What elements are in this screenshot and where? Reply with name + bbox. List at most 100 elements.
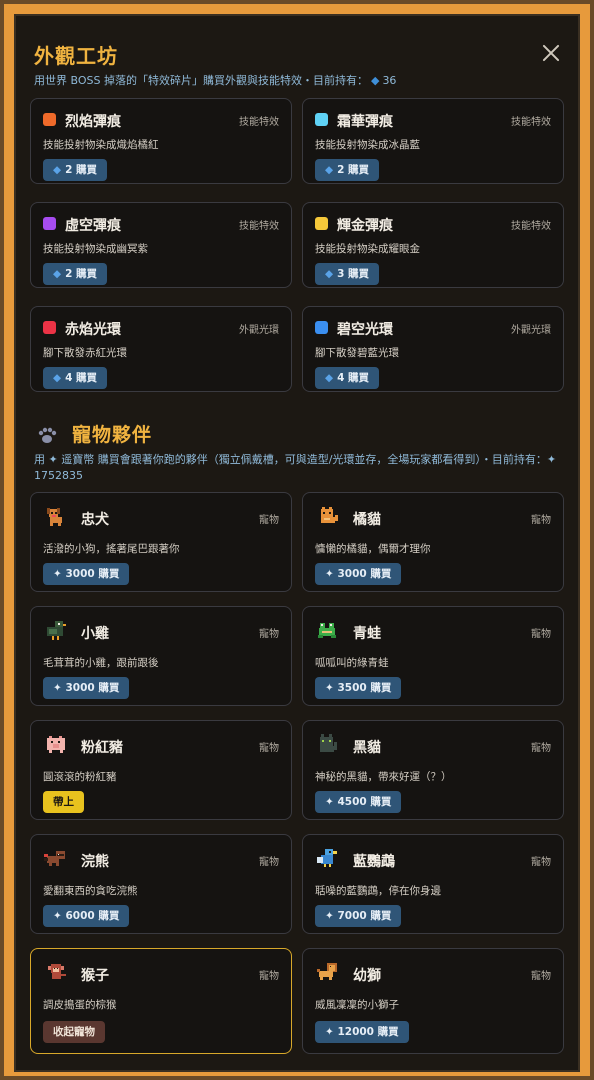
pet-desc: 神秘的黑貓，帶來好運（？）: [315, 771, 452, 783]
gem-icon: ◆: [53, 268, 62, 280]
effect-card: 赤焰光環 外觀光環 腳下散發赤紅光環 ◆ 4 購買: [30, 306, 292, 392]
effect-name: 赤焰光環: [65, 322, 121, 338]
pet-desc: 愛翻東西的貪吃浣熊: [43, 885, 138, 897]
frog-icon: [318, 623, 336, 638]
panel-title: 外觀工坊: [34, 44, 118, 68]
pet-name: 浣熊: [81, 854, 109, 870]
effect-card: 輝金彈痕 技能特效 技能投射物染成耀眼金 ◆ 3 購買: [302, 202, 564, 288]
effect-desc: 技能投射物染成冰晶藍: [315, 139, 420, 151]
pet-card: 浣熊 寵物 愛翻東西的貪吃浣熊 ✦ 6000 購買: [30, 834, 292, 934]
pet-tag: 寵物: [259, 857, 279, 868]
effect-desc: 腳下散發赤紅光環: [43, 347, 127, 359]
color-swatch: [315, 217, 328, 230]
color-swatch: [43, 113, 56, 126]
pet-card: 藍鸚鵡 寵物 聒噪的藍鸚鵡，停在你身邊 ✦ 7000 購買: [302, 834, 564, 934]
shard-subtitle: 用世界 BOSS 掉落的「特效碎片」購買外觀與技能特效・目前持有： ◆ 36: [34, 72, 396, 88]
effect-card: 烈焰彈痕 技能特效 技能投射物染成熾焰橘紅 ◆ 2 購買: [30, 98, 292, 184]
effect-desc: 技能投射物染成幽冥紫: [43, 243, 148, 255]
pet-name: 黑貓: [353, 740, 381, 756]
pets-section-desc: 用 ✦ 遥寶幣 購買會跟著你跑的夥伴（獨立佩戴槽，可與造型/光環並存，全場玩家都…: [34, 453, 557, 482]
effect-desc: 技能投射物染成耀眼金: [315, 243, 420, 255]
pet-name: 青蛙: [353, 626, 381, 642]
pet-name: 小雞: [81, 626, 109, 642]
pets-title-text: 寵物夥伴: [72, 424, 153, 446]
raccoon-icon: [44, 851, 65, 866]
effect-tag: 外觀光環: [511, 325, 551, 336]
subtitle-text: 用世界 BOSS 掉落的「特效碎片」購買外觀與技能特效・目前持有：: [34, 74, 368, 87]
pet-desc: 活潑的小狗，搖著尾巴跟著你: [43, 543, 180, 555]
color-swatch: [43, 321, 56, 334]
pet-name: 藍鸚鵡: [353, 854, 395, 870]
pet-desc: 呱呱叫的綠青蛙: [315, 657, 389, 669]
buy-label: 2 購買: [337, 164, 370, 176]
pet-tag: 寵物: [531, 971, 551, 982]
dog-icon: [47, 508, 62, 526]
buy-button[interactable]: ✦ 3000 購買: [315, 563, 402, 585]
buy-button[interactable]: ◆ 4 購買: [43, 367, 108, 389]
color-swatch: [315, 321, 328, 334]
pet-tag: 寵物: [531, 857, 551, 868]
workshop-panel: 外觀工坊 用世界 BOSS 掉落的「特效碎片」購買外觀與技能特效・目前持有： ◆ 3…: [14, 14, 580, 1072]
pet-name: 猴子: [81, 968, 109, 984]
pet-card: 幼獅 寵物 威風凜凜的小獅子 ✦ 12000 購買: [302, 948, 564, 1054]
effect-desc: 腳下散發碧藍光環: [315, 347, 399, 359]
pet-card: 橘貓 寵物 慵懶的橘貓，偶爾才理你 ✦ 3000 購買: [302, 492, 564, 592]
buy-button[interactable]: ◆ 2 購買: [43, 263, 108, 285]
pet-desc: 威風凜凜的小獅子: [315, 999, 399, 1011]
stow-pet-button[interactable]: 收起寵物: [43, 1021, 105, 1043]
buy-button[interactable]: ✦ 6000 購買: [43, 905, 130, 927]
pet-tag: 寵物: [531, 629, 551, 640]
color-swatch: [315, 113, 328, 126]
gem-icon: ◆: [53, 164, 62, 176]
pet-desc: 毛茸茸的小雞，跟前跟後: [43, 657, 159, 669]
pet-card: 忠犬 寵物 活潑的小狗，搖著尾巴跟著你 ✦ 3000 購買: [30, 492, 292, 592]
equip-button[interactable]: 帶上: [43, 791, 84, 813]
effect-name: 輝金彈痕: [337, 218, 393, 234]
effect-tag: 技能特效: [239, 117, 279, 128]
buy-label: 3 購買: [337, 268, 370, 280]
buy-button[interactable]: ✦ 4500 購買: [315, 791, 402, 813]
pet-name: 幼獅: [353, 968, 381, 984]
pet-name: 忠犬: [81, 512, 109, 528]
color-swatch: [43, 217, 56, 230]
buy-button[interactable]: ✦ 3000 購買: [43, 677, 130, 699]
pet-desc: 慵懶的橘貓，偶爾才理你: [315, 543, 431, 555]
pet-card: 小雞 寵物 毛茸茸的小雞，跟前跟後 ✦ 3000 購買: [30, 606, 292, 706]
buy-button[interactable]: ✦ 3500 購買: [315, 677, 402, 699]
black-cat-icon: [320, 734, 337, 752]
pet-tag: 寵物: [259, 515, 279, 526]
effect-name: 烈焰彈痕: [65, 114, 121, 130]
pet-tag: 寵物: [259, 743, 279, 754]
buy-button[interactable]: ◆ 2 購買: [43, 159, 108, 181]
buy-label: 4 購買: [337, 372, 370, 384]
lion-cub-icon: [317, 963, 337, 980]
buy-button[interactable]: ✦ 7000 購買: [315, 905, 402, 927]
buy-button[interactable]: ◆ 4 購買: [315, 367, 380, 389]
effect-card: 霜華彈痕 技能特效 技能投射物染成冰晶藍 ◆ 2 購買: [302, 98, 564, 184]
buy-button[interactable]: ◆ 3 購買: [315, 263, 380, 285]
buy-button[interactable]: ✦ 3000 購買: [43, 563, 130, 585]
window-frame: 外觀工坊 用世界 BOSS 掉落的「特效碎片」購買外觀與技能特效・目前持有： ◆ 3…: [4, 4, 590, 1076]
gem-icon: ◆: [325, 268, 334, 280]
orange-cat-icon: [321, 507, 338, 523]
effect-tag: 外觀光環: [239, 325, 279, 336]
pet-card: 粉紅豬 寵物 圓滾滾的粉紅豬 帶上: [30, 720, 292, 820]
pet-name: 橘貓: [353, 512, 381, 528]
effect-tag: 技能特效: [239, 221, 279, 232]
pet-desc: 聒噪的藍鸚鵡，停在你身邊: [315, 885, 441, 897]
pet-tag: 寵物: [531, 515, 551, 526]
pet-name: 粉紅豬: [81, 740, 123, 756]
buy-label: 4 購買: [65, 372, 98, 384]
buy-button[interactable]: ◆ 2 購買: [315, 159, 380, 181]
effect-card: 碧空光環 外觀光環 腳下散發碧藍光環 ◆ 4 購買: [302, 306, 564, 392]
effect-tag: 技能特效: [511, 221, 551, 232]
close-icon[interactable]: [540, 42, 562, 64]
pet-card: 黑貓 寵物 神秘的黑貓，帶來好運（？） ✦ 4500 購買: [302, 720, 564, 820]
pet-desc: 調皮搗蛋的棕猴: [43, 999, 117, 1011]
monkey-icon: [48, 964, 66, 979]
buy-label: 2 購買: [65, 164, 98, 176]
buy-label: 2 購買: [65, 268, 98, 280]
buy-button[interactable]: ✦ 12000 購買: [315, 1021, 409, 1043]
shard-count: 36: [382, 74, 397, 87]
effect-tag: 技能特效: [511, 117, 551, 128]
